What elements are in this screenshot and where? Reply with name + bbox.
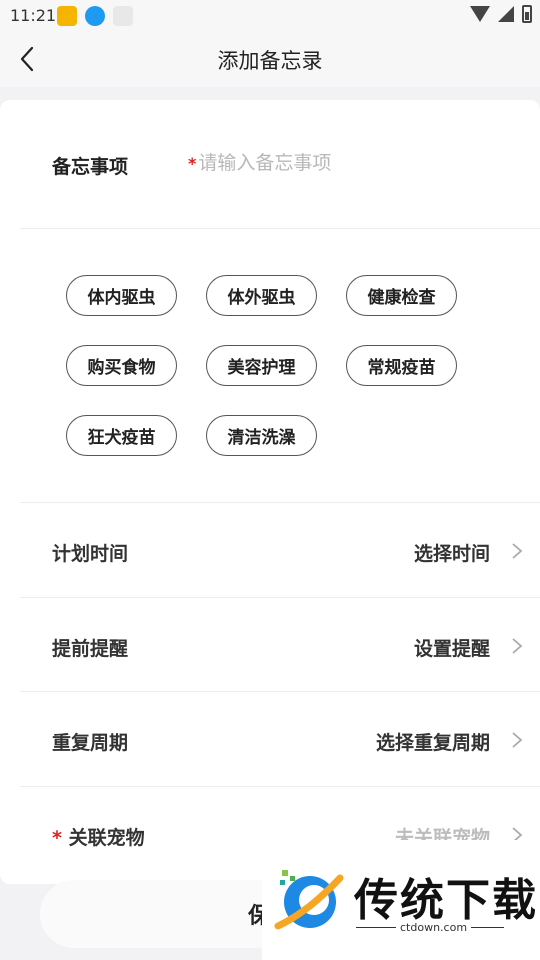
brand-logo-icon <box>274 870 344 930</box>
battery-icon <box>522 5 532 23</box>
memo-input-wrap: * <box>188 152 459 174</box>
divider <box>20 228 540 229</box>
status-bar: 11:21 <box>0 0 540 32</box>
memo-label: 备忘事项 <box>52 156 129 178</box>
chevron-right-icon <box>512 543 523 559</box>
option-label: 提前提醒 <box>52 638 129 660</box>
tag-button[interactable]: 体内驱虫 <box>66 275 177 316</box>
option-value: 设置提醒 <box>413 638 490 660</box>
required-mark: * <box>188 153 197 173</box>
option-value: 选择时间 <box>413 543 490 565</box>
option-value: 选择重复周期 <box>375 732 490 754</box>
option-label: 重复周期 <box>52 732 129 754</box>
wifi-icon <box>470 6 490 22</box>
status-indicators <box>470 5 532 23</box>
watermark-brand: 传统下载 <box>354 875 538 926</box>
nav-bar: 添加备忘录 <box>0 32 540 87</box>
memo-input[interactable] <box>198 152 459 174</box>
status-time: 11:21 <box>10 6 57 25</box>
quick-tags: 体内驱虫 体外驱虫 健康检查 购买食物 美容护理 常规疫苗 狂犬疫苗 清洁洗澡 <box>66 275 486 456</box>
tag-button[interactable]: 狂犬疫苗 <box>66 415 177 456</box>
download-notification-icon <box>85 6 105 26</box>
page-title: 添加备忘录 <box>217 49 323 73</box>
signal-icon <box>498 6 514 22</box>
memo-form-card: 备忘事项 * 体内驱虫 体外驱虫 健康检查 购买食物 美容护理 常规疫苗 狂犬疫… <box>0 100 540 884</box>
tag-button[interactable]: 常规疫苗 <box>346 345 457 386</box>
tag-button[interactable]: 美容护理 <box>206 345 317 386</box>
notification-app-icon <box>113 6 133 26</box>
watermark-url: ctdown.com <box>396 921 472 934</box>
repeat-cycle-row[interactable]: 重复周期 选择重复周期 <box>0 692 540 786</box>
watermark: 传统下载 ctdown.com <box>262 840 540 960</box>
reminder-row[interactable]: 提前提醒 设置提醒 <box>0 598 540 692</box>
tag-button[interactable]: 体外驱虫 <box>206 275 317 316</box>
required-mark: * <box>52 827 62 849</box>
option-label: * 关联宠物 <box>52 823 145 850</box>
chevron-right-icon <box>512 732 523 748</box>
tag-button[interactable]: 购买食物 <box>66 345 177 386</box>
tag-button[interactable]: 清洁洗澡 <box>206 415 317 456</box>
linked-pet-label: 关联宠物 <box>68 827 145 849</box>
option-label: 计划时间 <box>52 543 129 565</box>
tag-button[interactable]: 健康检查 <box>346 275 457 316</box>
notification-app-icon <box>57 6 77 26</box>
chevron-right-icon <box>512 638 523 654</box>
plan-time-row[interactable]: 计划时间 选择时间 <box>0 503 540 597</box>
